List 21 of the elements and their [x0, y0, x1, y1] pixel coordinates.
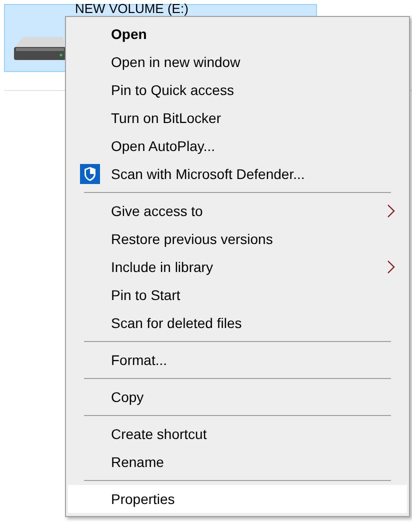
menu-item[interactable]: Properties — [68, 485, 407, 513]
menu-item[interactable]: Scan with Microsoft Defender... — [68, 160, 407, 188]
menu-item[interactable]: Open AutoPlay... — [68, 132, 407, 160]
menu-item[interactable]: Copy — [68, 383, 407, 411]
hard-drive-icon — [13, 35, 67, 61]
menu-item[interactable]: Scan for deleted files — [68, 309, 407, 337]
menu-item[interactable]: Create shortcut — [68, 420, 407, 448]
menu-item[interactable]: Turn on BitLocker — [68, 104, 407, 132]
menu-item[interactable]: Format... — [68, 346, 407, 374]
menu-item[interactable]: Rename — [68, 448, 407, 476]
menu-item[interactable]: Pin to Start — [68, 281, 407, 309]
menu-item[interactable]: Open — [68, 20, 407, 48]
chevron-right-icon — [387, 260, 395, 274]
chevron-right-icon — [387, 204, 395, 218]
menu-item[interactable]: Include in library — [68, 253, 407, 281]
menu-item[interactable]: Pin to Quick access — [68, 76, 407, 104]
menu-item[interactable]: Restore previous versions — [68, 225, 407, 253]
menu-item[interactable]: Open in new window — [68, 48, 407, 76]
shield-icon — [80, 164, 100, 184]
menu-item[interactable]: Give access to — [68, 197, 407, 225]
drive-label: NEW VOLUME (E:) — [75, 1, 188, 16]
